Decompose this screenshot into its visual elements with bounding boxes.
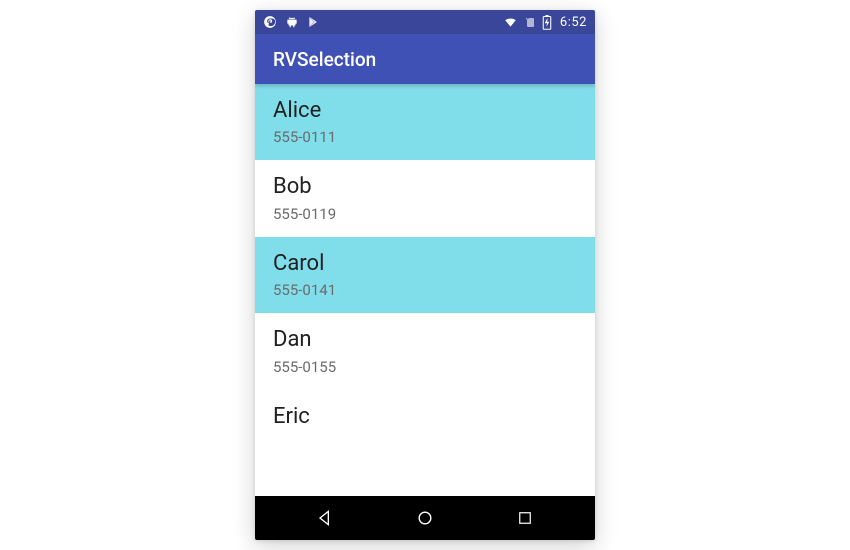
contact-name: Eric (273, 404, 577, 430)
contact-name: Dan (273, 327, 577, 353)
contact-name: Carol (273, 251, 577, 277)
contact-name: Alice (273, 98, 577, 124)
contact-phone: 555-0111 (273, 128, 577, 146)
status-bar-left (263, 15, 321, 29)
status-clock: 6:52 (560, 15, 587, 30)
list-item[interactable]: Dan 555-0155 (255, 313, 595, 389)
home-icon (415, 508, 435, 528)
recents-button[interactable] (495, 496, 555, 540)
contact-phone: 555-0141 (273, 281, 577, 299)
app-bar: RVSelection (255, 34, 595, 84)
wifi-icon (503, 15, 518, 29)
play-store-icon (307, 15, 321, 29)
list-item[interactable]: Bob 555-0119 (255, 160, 595, 236)
list-item[interactable]: Carol 555-0141 (255, 237, 595, 313)
android-icon (285, 15, 299, 29)
battery-charging-icon (542, 15, 552, 30)
recents-icon (516, 509, 534, 527)
contact-phone: 555-0119 (273, 205, 577, 223)
no-sim-icon (524, 15, 536, 29)
device-frame: 6:52 RVSelection Alice 555-0111 Bob 555-… (255, 10, 595, 540)
home-button[interactable] (395, 496, 455, 540)
app-title: RVSelection (273, 48, 376, 71)
pinterest-icon (263, 15, 277, 29)
navigation-bar (255, 496, 595, 540)
contact-name: Bob (273, 174, 577, 200)
contact-phone: 555-0155 (273, 358, 577, 376)
list-item[interactable]: Alice 555-0111 (255, 84, 595, 160)
back-icon (315, 508, 335, 528)
status-bar-right: 6:52 (503, 15, 587, 30)
back-button[interactable] (295, 496, 355, 540)
contacts-list[interactable]: Alice 555-0111 Bob 555-0119 Carol 555-01… (255, 84, 595, 496)
status-bar: 6:52 (255, 10, 595, 34)
list-item[interactable]: Eric (255, 390, 595, 440)
